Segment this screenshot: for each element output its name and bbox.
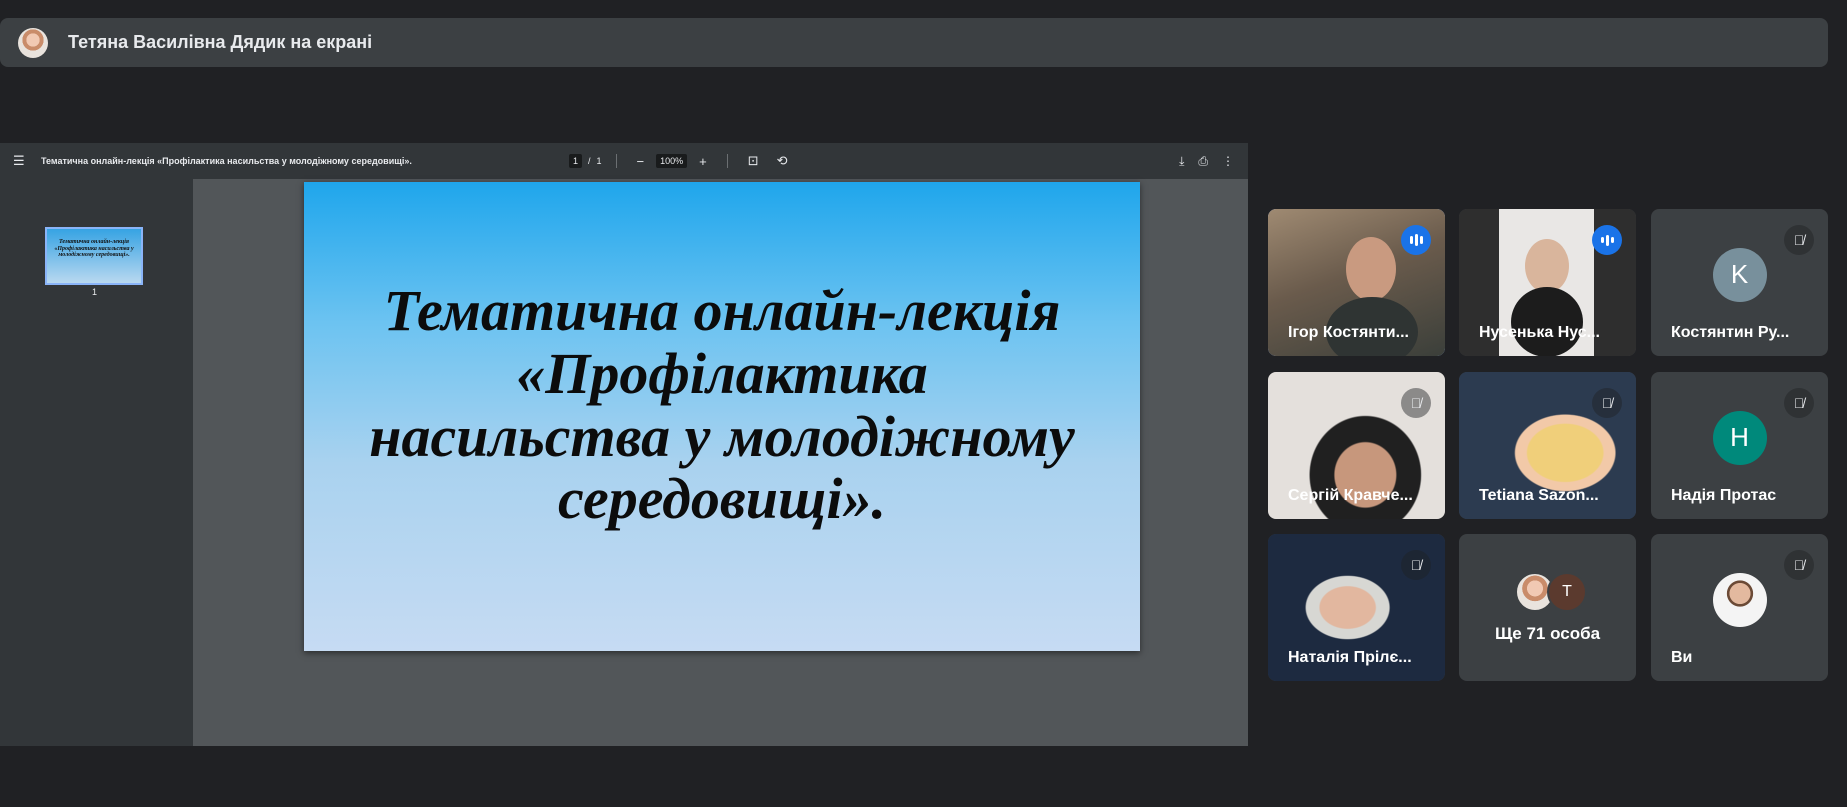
participant-name: Ігор Костянти... [1288,324,1409,341]
fit-page-icon[interactable]: ⊡ [742,153,765,169]
participant-name: Сергій Кравче... [1288,487,1413,504]
page-total: 1 [596,156,602,166]
rotate-icon[interactable]: ⟲ [771,153,794,169]
pdf-viewer[interactable]: ☰ Тематична онлайн-лекція «Профілактика … [0,143,1248,746]
slide-line: насильства у молодіжному [369,403,1075,469]
participant-name: Надія Протас [1671,487,1777,504]
download-icon[interactable]: ⤓ [1179,154,1184,169]
participant-initial: H [1712,410,1767,465]
participant-tile[interactable]: Ігор Костянти... [1268,209,1445,356]
thumbnail-sidebar: Тематична онлайн-лекція «Профілактика на… [0,179,193,746]
pdf-toolbar: ☰ Тематична онлайн-лекція «Профілактика … [0,143,1248,179]
participant-name: Нусенька Нус... [1479,324,1600,341]
slide-line: «Профілактика [516,340,928,406]
self-tile[interactable]: 🎙̸ Ви [1651,534,1828,681]
zoom-out-icon[interactable]: − [631,154,651,169]
zoom-input[interactable]: 100% [656,154,688,168]
mic-off-icon: 🎙̸ [1784,388,1814,418]
participant-tile[interactable]: 🎙̸ Сергій Кравче... [1268,372,1445,519]
slide-line: середовищі». [558,466,886,532]
pdf-title: Тематична онлайн-лекція «Профілактика на… [41,156,412,166]
speaking-indicator-icon [1401,225,1431,255]
presenter-avatar [18,27,48,58]
self-avatar [1712,572,1767,627]
presenter-text: Тетяна Василівна Дядик на екрані [68,32,373,52]
participant-name: Наталія Прілє... [1288,649,1412,666]
participant-tile[interactable]: 🎙̸ Tetiana Sazon... [1459,372,1636,519]
more-participants-label: Ще 71 особа [1494,624,1601,643]
more-avatars: T [1515,572,1587,612]
speaking-indicator-icon [1592,225,1622,255]
print-icon[interactable]: ⎙ [1198,154,1208,169]
mic-off-icon: 🎙̸ [1592,388,1622,418]
mic-off-icon: 🎙̸ [1784,225,1814,255]
presenting-banner: Тетяна Василівна Дядик на екрані [0,18,1828,67]
participant-tile[interactable]: K 🎙̸ Костянтин Ру... [1651,209,1828,356]
mic-off-icon: 🎙̸ [1401,550,1431,580]
participant-tile[interactable]: H 🎙̸ Надія Протас [1651,372,1828,519]
menu-icon[interactable]: ☰ [13,153,27,169]
slide-line: Тематична онлайн-лекція [383,278,1061,344]
page-control: 1 / 1 − 100% + ⊡ ⟲ [569,153,794,169]
toolbar-divider [615,154,617,168]
thumbnail-number: 1 [92,287,98,297]
toolbar-right: ⤓ ⎙ ⋮ [1179,143,1234,179]
more-vert-icon[interactable]: ⋮ [1222,154,1234,168]
participant-name: Tetiana Sazon... [1479,487,1599,504]
participant-name: Ви [1671,649,1693,666]
participant-tile[interactable]: Нусенька Нус... [1459,209,1636,356]
pdf-page: Тематична онлайн-лекція «Профілактика на… [304,182,1140,651]
avatar-initial: T [1547,572,1587,612]
mic-off-icon: 🎙̸ [1401,388,1431,418]
more-participants-tile[interactable]: T Ще 71 особа [1459,534,1636,681]
zoom-in-icon[interactable]: + [693,154,713,169]
toolbar-divider [726,154,728,168]
participant-tile[interactable]: 🎙̸ Наталія Прілє... [1268,534,1445,681]
participant-name: Костянтин Ру... [1671,324,1790,341]
page-number-input[interactable]: 1 [569,154,583,168]
page-separator: / [588,156,591,166]
participant-initial: K [1712,247,1767,302]
page-thumbnail[interactable]: Тематична онлайн-лекція «Профілактика на… [45,227,143,285]
mic-off-icon: 🎙̸ [1784,550,1814,580]
